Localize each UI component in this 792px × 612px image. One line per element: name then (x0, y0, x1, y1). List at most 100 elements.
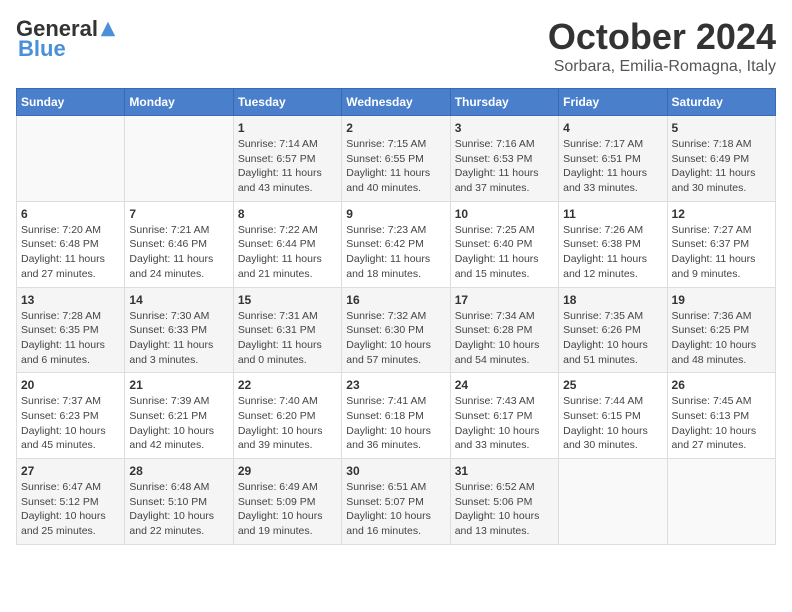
day-info: Sunrise: 7:32 AM Sunset: 6:30 PM Dayligh… (346, 309, 445, 368)
day-number: 1 (238, 121, 337, 135)
day-number: 31 (455, 464, 554, 478)
calendar-week-row: 6 Sunrise: 7:20 AM Sunset: 6:48 PM Daylig… (17, 201, 776, 287)
weekday-header: Monday (125, 89, 233, 116)
day-number: 4 (563, 121, 662, 135)
weekday-header: Wednesday (342, 89, 450, 116)
day-info: Sunrise: 6:51 AM Sunset: 5:07 PM Dayligh… (346, 480, 445, 539)
day-number: 14 (129, 293, 228, 307)
calendar-cell (559, 459, 667, 545)
weekday-header: Saturday (667, 89, 775, 116)
calendar-week-row: 20 Sunrise: 7:37 AM Sunset: 6:23 PM Dayli… (17, 373, 776, 459)
day-number: 18 (563, 293, 662, 307)
logo-icon (99, 20, 117, 38)
calendar-cell: 23Sunrise: 7:41 AM Sunset: 6:18 PM Dayli… (342, 373, 450, 459)
day-info: Sunrise: 7:37 AM Sunset: 6:23 PM Dayligh… (21, 394, 120, 453)
day-number: 26 (672, 378, 771, 392)
calendar-table: SundayMondayTuesdayWednesdayThursdayFrid… (16, 88, 776, 545)
day-number: 20 (21, 378, 120, 392)
calendar-cell: 30 Sunrise: 6:51 AM Sunset: 5:07 PM Dayli… (342, 459, 450, 545)
day-number: 21 (129, 378, 228, 392)
day-number: 6 (21, 207, 120, 221)
day-info: Sunrise: 7:20 AM Sunset: 6:48 PM Dayligh… (21, 223, 120, 282)
calendar-cell: 24 Sunrise: 7:43 AM Sunset: 6:17 PM Dayli… (450, 373, 558, 459)
location-text: Sorbara, Emilia-Romagna, Italy (548, 58, 776, 76)
day-number: 29 (238, 464, 337, 478)
day-number: 28 (129, 464, 228, 478)
day-number: 5 (672, 121, 771, 135)
day-number: 22 (238, 378, 337, 392)
day-info: Sunrise: 7:23 AM Sunset: 6:42 PM Dayligh… (346, 223, 445, 282)
calendar-cell: 26 Sunrise: 7:45 AM Sunset: 6:13 PM Dayli… (667, 373, 775, 459)
day-number: 17 (455, 293, 554, 307)
month-title: October 2024 (548, 16, 776, 58)
calendar-cell: 12 Sunrise: 7:27 AM Sunset: 6:37 PM Dayli… (667, 201, 775, 287)
calendar-cell: 16 Sunrise: 7:32 AM Sunset: 6:30 PM Dayli… (342, 287, 450, 373)
day-info: Sunrise: 6:52 AM Sunset: 5:06 PM Dayligh… (455, 480, 554, 539)
weekday-header: Sunday (17, 89, 125, 116)
calendar-cell: 15 Sunrise: 7:31 AM Sunset: 6:31 PM Dayli… (233, 287, 341, 373)
day-number: 9 (346, 207, 445, 221)
day-info: Sunrise: 7:17 AM Sunset: 6:51 PM Dayligh… (563, 137, 662, 196)
day-number: 25 (563, 378, 662, 392)
day-number: 10 (455, 207, 554, 221)
calendar-week-row: 13 Sunrise: 7:28 AM Sunset: 6:35 PM Dayli… (17, 287, 776, 373)
day-number: 19 (672, 293, 771, 307)
calendar-cell: 13 Sunrise: 7:28 AM Sunset: 6:35 PM Dayli… (17, 287, 125, 373)
calendar-cell (125, 116, 233, 202)
day-info: Sunrise: 7:40 AM Sunset: 6:20 PM Dayligh… (238, 394, 337, 453)
weekday-header: Tuesday (233, 89, 341, 116)
calendar-cell: 27Sunrise: 6:47 AM Sunset: 5:12 PM Dayli… (17, 459, 125, 545)
day-info: Sunrise: 7:35 AM Sunset: 6:26 PM Dayligh… (563, 309, 662, 368)
calendar-cell: 22 Sunrise: 7:40 AM Sunset: 6:20 PM Dayli… (233, 373, 341, 459)
calendar-cell: 7 Sunrise: 7:21 AM Sunset: 6:46 PM Daylig… (125, 201, 233, 287)
calendar-cell: 19Sunrise: 7:36 AM Sunset: 6:25 PM Dayli… (667, 287, 775, 373)
calendar-cell: 8 Sunrise: 7:22 AM Sunset: 6:44 PM Daylig… (233, 201, 341, 287)
logo: General Blue (16, 16, 117, 62)
day-number: 13 (21, 293, 120, 307)
day-info: Sunrise: 7:43 AM Sunset: 6:17 PM Dayligh… (455, 394, 554, 453)
day-info: Sunrise: 7:31 AM Sunset: 6:31 PM Dayligh… (238, 309, 337, 368)
calendar-cell: 11Sunrise: 7:26 AM Sunset: 6:38 PM Dayli… (559, 201, 667, 287)
calendar-cell: 3 Sunrise: 7:16 AM Sunset: 6:53 PM Daylig… (450, 116, 558, 202)
day-info: Sunrise: 7:45 AM Sunset: 6:13 PM Dayligh… (672, 394, 771, 453)
day-info: Sunrise: 7:26 AM Sunset: 6:38 PM Dayligh… (563, 223, 662, 282)
calendar-cell: 21 Sunrise: 7:39 AM Sunset: 6:21 PM Dayli… (125, 373, 233, 459)
day-number: 2 (346, 121, 445, 135)
calendar-cell: 2 Sunrise: 7:15 AM Sunset: 6:55 PM Daylig… (342, 116, 450, 202)
calendar-cell: 14 Sunrise: 7:30 AM Sunset: 6:33 PM Dayli… (125, 287, 233, 373)
day-number: 23 (346, 378, 445, 392)
day-info: Sunrise: 7:34 AM Sunset: 6:28 PM Dayligh… (455, 309, 554, 368)
calendar-cell: 25 Sunrise: 7:44 AM Sunset: 6:15 PM Dayli… (559, 373, 667, 459)
day-info: Sunrise: 7:30 AM Sunset: 6:33 PM Dayligh… (129, 309, 228, 368)
day-number: 24 (455, 378, 554, 392)
calendar-cell: 5 Sunrise: 7:18 AM Sunset: 6:49 PM Daylig… (667, 116, 775, 202)
day-info: Sunrise: 7:27 AM Sunset: 6:37 PM Dayligh… (672, 223, 771, 282)
day-info: Sunrise: 6:49 AM Sunset: 5:09 PM Dayligh… (238, 480, 337, 539)
day-number: 15 (238, 293, 337, 307)
calendar-cell (17, 116, 125, 202)
calendar-cell: 4 Sunrise: 7:17 AM Sunset: 6:51 PM Daylig… (559, 116, 667, 202)
day-info: Sunrise: 7:25 AM Sunset: 6:40 PM Dayligh… (455, 223, 554, 282)
calendar-cell: 1Sunrise: 7:14 AM Sunset: 6:57 PM Daylig… (233, 116, 341, 202)
day-number: 3 (455, 121, 554, 135)
day-info: Sunrise: 7:22 AM Sunset: 6:44 PM Dayligh… (238, 223, 337, 282)
day-info: Sunrise: 7:15 AM Sunset: 6:55 PM Dayligh… (346, 137, 445, 196)
day-info: Sunrise: 7:44 AM Sunset: 6:15 PM Dayligh… (563, 394, 662, 453)
day-number: 30 (346, 464, 445, 478)
day-number: 16 (346, 293, 445, 307)
calendar-cell: 18 Sunrise: 7:35 AM Sunset: 6:26 PM Dayli… (559, 287, 667, 373)
day-number: 7 (129, 207, 228, 221)
day-info: Sunrise: 7:16 AM Sunset: 6:53 PM Dayligh… (455, 137, 554, 196)
day-info: Sunrise: 7:21 AM Sunset: 6:46 PM Dayligh… (129, 223, 228, 282)
calendar-cell (667, 459, 775, 545)
day-info: Sunrise: 6:48 AM Sunset: 5:10 PM Dayligh… (129, 480, 228, 539)
calendar-cell: 10 Sunrise: 7:25 AM Sunset: 6:40 PM Dayli… (450, 201, 558, 287)
calendar-cell: 9 Sunrise: 7:23 AM Sunset: 6:42 PM Daylig… (342, 201, 450, 287)
day-info: Sunrise: 7:28 AM Sunset: 6:35 PM Dayligh… (21, 309, 120, 368)
day-info: Sunrise: 7:18 AM Sunset: 6:49 PM Dayligh… (672, 137, 771, 196)
day-number: 12 (672, 207, 771, 221)
day-number: 8 (238, 207, 337, 221)
calendar-cell: 28 Sunrise: 6:48 AM Sunset: 5:10 PM Dayli… (125, 459, 233, 545)
day-info: Sunrise: 7:39 AM Sunset: 6:21 PM Dayligh… (129, 394, 228, 453)
calendar-cell: 29 Sunrise: 6:49 AM Sunset: 5:09 PM Dayli… (233, 459, 341, 545)
